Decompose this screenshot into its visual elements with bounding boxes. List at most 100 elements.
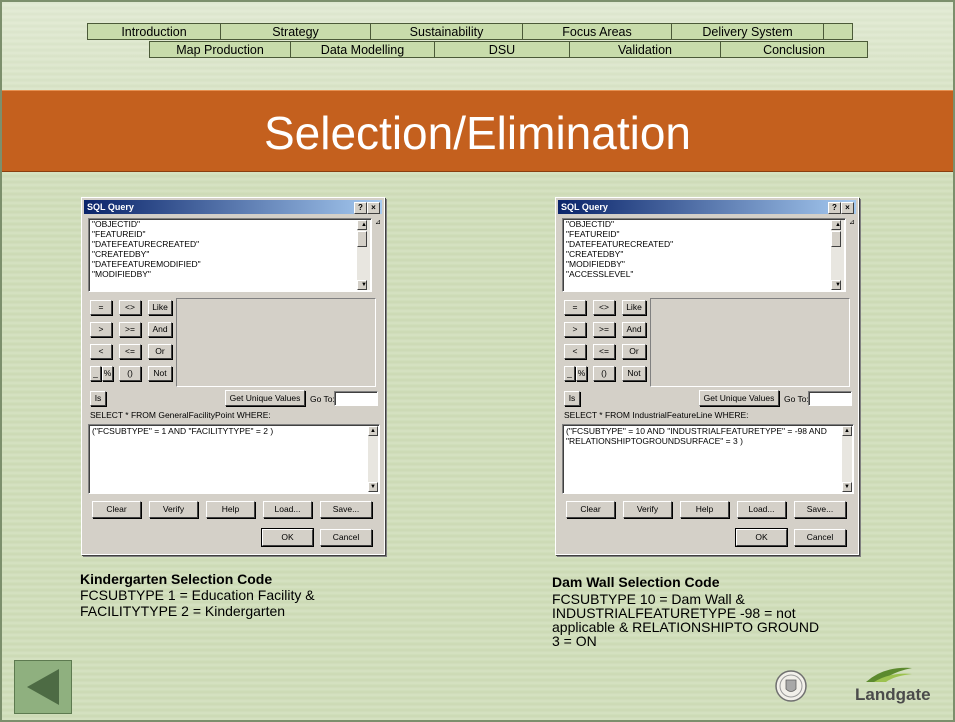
help-button[interactable]: ? [828, 202, 841, 214]
op-like-button[interactable]: Like [148, 300, 172, 315]
op-less-button[interactable]: < [90, 344, 112, 359]
scroll-down-arrow-icon[interactable]: ▼ [357, 280, 367, 290]
op-equals-button[interactable]: = [90, 300, 112, 315]
op-like-button[interactable]: Like [622, 300, 646, 315]
scroll-thumb[interactable] [831, 231, 841, 247]
load-button[interactable]: Load... [263, 501, 312, 518]
field-item[interactable]: "OBJECTID" [563, 219, 845, 229]
field-item[interactable]: "FEATUREID" [563, 229, 845, 239]
verify-button[interactable]: Verify [623, 501, 672, 518]
fields-list[interactable]: "OBJECTID" "FEATUREID" "DATEFEATURECREAT… [88, 218, 372, 292]
op-less-equal-button[interactable]: <= [593, 344, 615, 359]
resize-grip-icon[interactable]: ⊿ [849, 218, 855, 226]
ok-button[interactable]: OK [735, 528, 788, 547]
op-greater-button[interactable]: > [564, 322, 586, 337]
scroll-up-arrow-icon[interactable]: ▲ [368, 426, 378, 436]
dialog-titlebar: SQL Query ? × [558, 200, 856, 214]
help-button[interactable]: ? [354, 202, 367, 214]
op-underscore-button[interactable]: _ [90, 366, 101, 381]
nav-tab-delivery-system[interactable]: Delivery System [671, 23, 824, 40]
op-not-button[interactable]: Not [148, 366, 172, 381]
expression-scrollbar[interactable]: ▲ ▼ [368, 426, 378, 492]
nav-tab-validation[interactable]: Validation [569, 41, 721, 58]
field-item[interactable]: "OBJECTID" [89, 219, 371, 229]
op-parens-button[interactable]: () [593, 366, 615, 381]
op-greater-equal-button[interactable]: >= [593, 322, 615, 337]
help-dialog-button[interactable]: Help [680, 501, 729, 518]
op-underscore-button[interactable]: _ [564, 366, 575, 381]
op-and-button[interactable]: And [148, 322, 172, 337]
field-item[interactable]: "CREATEDBY" [563, 249, 845, 259]
sql-expression-textarea[interactable]: ("FCSUBTYPE" = 10 AND "INDUSTRIALFEATURE… [562, 424, 854, 494]
field-item[interactable]: "MODIFIEDBY" [89, 269, 371, 279]
op-equals-button[interactable]: = [564, 300, 586, 315]
op-parens-button[interactable]: () [119, 366, 141, 381]
resize-grip-icon[interactable]: ⊿ [375, 218, 381, 226]
field-item[interactable]: "MODIFIEDBY" [563, 259, 845, 269]
cancel-button[interactable]: Cancel [320, 529, 372, 546]
nav-tab-dsu[interactable]: DSU [434, 41, 570, 58]
scroll-down-arrow-icon[interactable]: ▼ [368, 482, 378, 492]
op-greater-button[interactable]: > [90, 322, 112, 337]
op-greater-equal-button[interactable]: >= [119, 322, 141, 337]
op-or-button[interactable]: Or [622, 344, 646, 359]
op-percent-button[interactable]: % [102, 366, 113, 381]
expression-scrollbar[interactable]: ▲ ▼ [842, 426, 852, 492]
nav-tab-strategy[interactable]: Strategy [220, 23, 371, 40]
save-button[interactable]: Save... [794, 501, 846, 518]
op-not-button[interactable]: Not [622, 366, 646, 381]
scroll-down-arrow-icon[interactable]: ▼ [842, 482, 852, 492]
op-is-button[interactable]: Is [90, 391, 106, 406]
get-unique-values-button[interactable]: Get Unique Values [225, 390, 305, 406]
caption-heading: Dam Wall Selection Code [552, 574, 720, 590]
unique-values-panel[interactable] [176, 298, 376, 387]
clear-button[interactable]: Clear [566, 501, 615, 518]
fields-scrollbar[interactable]: ▲ ▼ [831, 220, 844, 290]
nav-tab-focus-areas[interactable]: Focus Areas [522, 23, 672, 40]
save-button[interactable]: Save... [320, 501, 372, 518]
get-unique-values-button[interactable]: Get Unique Values [699, 390, 779, 406]
op-or-button[interactable]: Or [148, 344, 172, 359]
op-not-equal-button[interactable]: <> [119, 300, 141, 315]
scroll-thumb[interactable] [357, 231, 367, 247]
op-percent-button[interactable]: % [576, 366, 587, 381]
field-item[interactable]: "CREATEDBY" [89, 249, 371, 259]
op-and-button[interactable]: And [622, 322, 646, 337]
nav-tab-introduction[interactable]: Introduction [87, 23, 221, 40]
back-button[interactable] [14, 660, 72, 714]
field-item[interactable]: "DATEFEATURECREATED" [89, 239, 371, 249]
nav-tab-map-production[interactable]: Map Production [149, 41, 291, 58]
cancel-button[interactable]: Cancel [794, 529, 846, 546]
field-item[interactable]: "ACCESSLEVEL" [563, 269, 845, 279]
clear-button[interactable]: Clear [92, 501, 141, 518]
nav-tab-sustainability[interactable]: Sustainability [370, 23, 523, 40]
close-button[interactable]: × [841, 202, 854, 214]
field-item[interactable]: "DATEFEATURECREATED" [563, 239, 845, 249]
go-to-input[interactable] [808, 391, 852, 406]
dialog-title: SQL Query [561, 202, 608, 212]
op-is-button[interactable]: Is [564, 391, 580, 406]
scroll-up-arrow-icon[interactable]: ▲ [357, 220, 367, 230]
fields-scrollbar[interactable]: ▲ ▼ [357, 220, 370, 290]
unique-values-panel[interactable] [650, 298, 850, 387]
fields-list[interactable]: "OBJECTID" "FEATUREID" "DATEFEATURECREAT… [562, 218, 846, 292]
go-to-input[interactable] [334, 391, 378, 406]
ok-button[interactable]: OK [261, 528, 314, 547]
op-not-equal-button[interactable]: <> [593, 300, 615, 315]
coat-of-arms-seal-icon [775, 670, 807, 702]
scroll-up-arrow-icon[interactable]: ▲ [831, 220, 841, 230]
load-button[interactable]: Load... [737, 501, 786, 518]
close-button[interactable]: × [367, 202, 380, 214]
verify-button[interactable]: Verify [149, 501, 198, 518]
help-dialog-button[interactable]: Help [206, 501, 255, 518]
back-arrow-icon [27, 669, 59, 705]
scroll-up-arrow-icon[interactable]: ▲ [842, 426, 852, 436]
nav-tab-data-modelling[interactable]: Data Modelling [290, 41, 435, 58]
nav-tab-conclusion[interactable]: Conclusion [720, 41, 868, 58]
scroll-down-arrow-icon[interactable]: ▼ [831, 280, 841, 290]
field-item[interactable]: "DATEFEATUREMODIFIED" [89, 259, 371, 269]
op-less-equal-button[interactable]: <= [119, 344, 141, 359]
sql-expression-textarea[interactable]: ("FCSUBTYPE" = 1 AND "FACILITYTYPE" = 2 … [88, 424, 380, 494]
field-item[interactable]: "FEATUREID" [89, 229, 371, 239]
op-less-button[interactable]: < [564, 344, 586, 359]
